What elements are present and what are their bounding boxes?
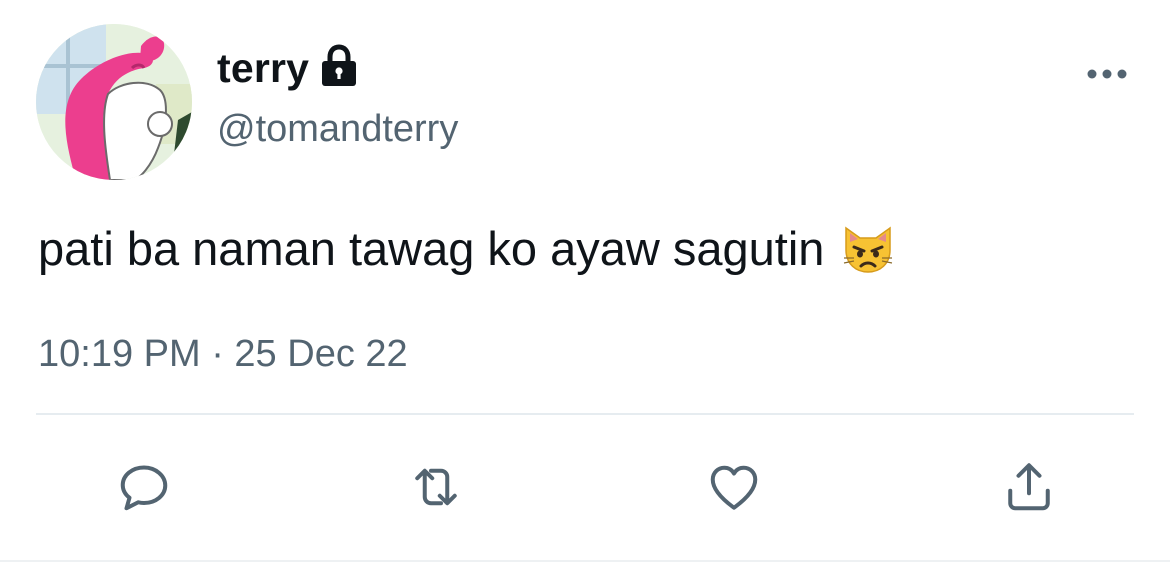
share-button[interactable] xyxy=(997,455,1061,519)
tweet-text: pati ba naman tawag ko ayaw sagutin xyxy=(38,221,825,275)
retweet-button[interactable] xyxy=(404,455,468,519)
avatar[interactable] xyxy=(36,24,192,180)
heart-icon xyxy=(710,465,758,510)
avatar-image xyxy=(36,24,192,180)
lock-icon xyxy=(319,44,359,88)
tweet-text-row: pati ba naman tawag ko ayaw sagutin xyxy=(38,220,896,276)
pouting-cat-emoji xyxy=(840,220,896,276)
reply-button[interactable] xyxy=(112,455,176,519)
like-button[interactable] xyxy=(702,455,766,519)
bottom-divider xyxy=(0,560,1170,562)
reply-icon xyxy=(120,465,168,511)
tweet-timestamp[interactable]: 10:19 PM · 25 Dec 22 xyxy=(38,333,408,376)
share-icon xyxy=(1008,463,1050,511)
retweet-icon xyxy=(415,468,457,506)
tweet-card: terry @tomandterry pati ba naman tawag k… xyxy=(0,0,1170,579)
divider xyxy=(36,413,1134,415)
user-name-row: terry xyxy=(217,38,359,98)
more-dots-icon[interactable] xyxy=(1084,62,1130,86)
display-name[interactable]: terry xyxy=(217,45,309,92)
user-handle[interactable]: @tomandterry xyxy=(217,108,458,151)
